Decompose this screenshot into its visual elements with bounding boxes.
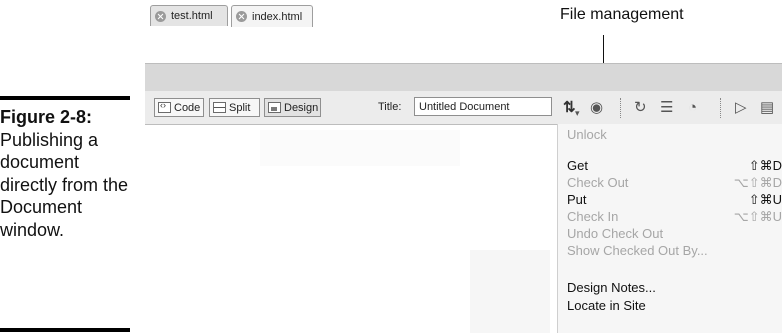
toolbar-separator [720,98,722,118]
split-view-label: Split [229,101,251,114]
tab-label: index.html [252,10,303,23]
file-management-icon[interactable]: ⇅ [563,99,576,117]
design-view-icon [268,102,281,113]
validate-icon[interactable]: ▷ [735,99,747,117]
menu-shortcut-put: ⇧⌘U [748,192,782,207]
code-view-button[interactable]: Code [154,98,204,117]
menu-item-unlock[interactable]: Unlock [567,127,607,142]
caption-bottom-rule [0,328,130,332]
close-icon[interactable] [236,11,247,22]
menu-item-design-notes[interactable]: Design Notes... [567,280,656,295]
menu-shortcut-check-in: ⌥⇧⌘U [733,209,782,224]
view-options-icon[interactable]: ☰ [660,99,673,117]
tab-index-html[interactable]: index.html [231,5,313,27]
split-view-button[interactable]: Split [209,98,260,117]
refresh-icon[interactable]: ↻ [634,99,647,117]
design-view-button[interactable]: Design [264,98,321,117]
file-management-dropdown-icon[interactable]: ▾ [575,104,580,122]
figure-description: Publishing a document directly from the … [0,129,129,240]
figure-caption: Figure 2-8: Publishing a document direct… [0,106,132,241]
title-input[interactable] [414,97,552,116]
document-tab-bar [145,63,782,92]
menu-shortcut-get: ⇧⌘D [748,158,782,173]
code-view-icon [158,100,171,113]
callout-text: File management [560,6,684,23]
menu-item-show-checked-out-by[interactable]: Show Checked Out By... [567,243,708,258]
toolbar-separator [620,98,622,118]
menu-item-check-in[interactable]: Check In [567,209,618,224]
title-label: Title: [378,101,402,113]
menu-item-locate-in-site[interactable]: Locate in Site [567,298,646,313]
design-view-label: Design [284,101,319,114]
document-canvas-area-lower [470,250,550,333]
caption-top-rule [0,96,130,100]
tab-label: test.html [171,10,213,22]
check-page-icon[interactable]: ▤ [760,99,774,117]
document-canvas-area [260,130,460,166]
tab-test-html[interactable]: test.html [150,5,228,26]
menu-shortcut-check-out: ⌥⇧⌘D [733,175,782,190]
split-view-icon [213,102,226,113]
menu-item-get[interactable]: Get [567,158,588,173]
close-icon[interactable] [155,10,166,22]
preview-browser-icon[interactable]: ◉ [590,99,603,117]
menu-item-put[interactable]: Put [567,192,587,207]
menu-item-undo-check-out[interactable]: Undo Check Out [567,226,663,241]
visual-aids-icon[interactable]: ◔ [688,99,697,117]
menu-item-check-out[interactable]: Check Out [567,175,628,190]
code-view-label: Code [174,101,201,114]
figure-number: Figure 2-8: [0,107,93,127]
